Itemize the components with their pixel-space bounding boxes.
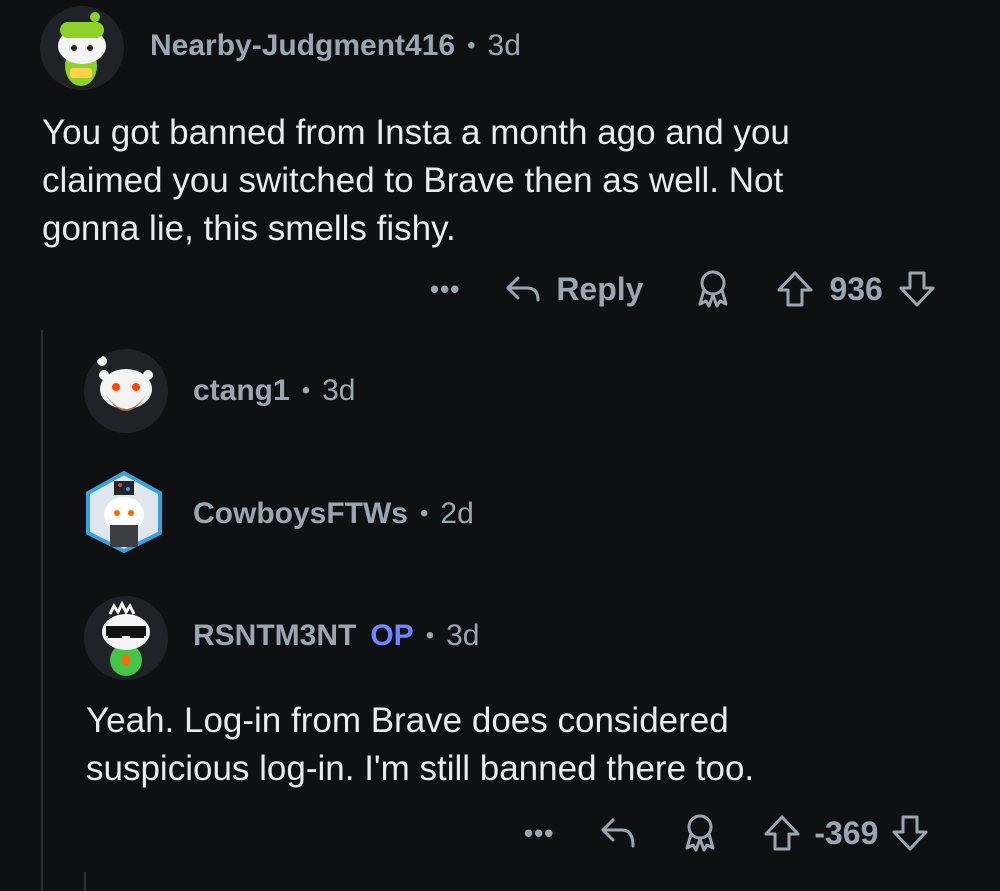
comment-line: Yeah. Log-in from Brave does considered (86, 701, 729, 740)
more-options-button[interactable]: ••• (524, 818, 554, 849)
comment-age: 2d (440, 497, 474, 530)
vote-score: -369 (814, 814, 879, 851)
thread-line (41, 330, 43, 891)
downvote-arrow-icon[interactable] (897, 269, 937, 309)
reply-arrow-icon[interactable] (502, 275, 544, 303)
downvote-arrow-icon[interactable] (890, 813, 930, 853)
username[interactable]: ctang1 (193, 374, 290, 408)
upvote-arrow-icon[interactable] (762, 813, 802, 853)
comment-age: 3d (487, 29, 521, 62)
op-badge: OP (370, 619, 414, 652)
comment-line: suspicious log-in. I'm still banned ther… (86, 749, 755, 788)
avatar[interactable] (84, 596, 168, 680)
username[interactable]: CowboysFTWs (193, 497, 408, 531)
comment-age: 3d (446, 619, 480, 652)
username[interactable]: RSNTM3NT (193, 619, 356, 653)
award-icon[interactable] (695, 269, 731, 309)
comment-actions: ••• Reply 936 (430, 266, 937, 312)
avatar[interactable] (40, 6, 124, 90)
thread-line-nested (84, 872, 86, 891)
vote-score: 936 (829, 270, 883, 307)
comment-meta: RSNTM3NT OP • 3d (193, 619, 479, 653)
comment-age: 3d (322, 374, 356, 407)
more-options-button[interactable]: ••• (430, 274, 460, 305)
separator-dot: • (420, 500, 429, 527)
reply-arrow-icon[interactable] (600, 817, 636, 849)
upvote-arrow-icon[interactable] (775, 269, 815, 309)
comment-meta: CowboysFTWs • 2d (193, 497, 474, 531)
separator-dot: • (425, 622, 435, 649)
comment-actions: ••• -369 (524, 810, 930, 856)
username[interactable]: Nearby-Judgment416 (150, 29, 455, 63)
reply-button[interactable]: Reply (556, 271, 643, 308)
comment-line: claimed you switched to Brave then as we… (42, 161, 784, 200)
comment-meta: Nearby-Judgment416 • 3d (150, 29, 521, 63)
avatar[interactable] (84, 349, 168, 433)
comment-body: Yeah. Log-in from Brave does considered … (86, 697, 976, 793)
separator-dot: • (467, 32, 476, 59)
award-icon[interactable] (682, 813, 718, 853)
comment-line: gonna lie, this smells fishy. (42, 209, 456, 248)
separator-dot: • (301, 377, 311, 404)
avatar[interactable] (84, 470, 164, 554)
comment-body: You got banned from Insta a month ago an… (42, 109, 972, 253)
comment-line: You got banned from Insta a month ago an… (42, 113, 790, 152)
comment-meta: ctang1 • 3d (193, 374, 355, 408)
